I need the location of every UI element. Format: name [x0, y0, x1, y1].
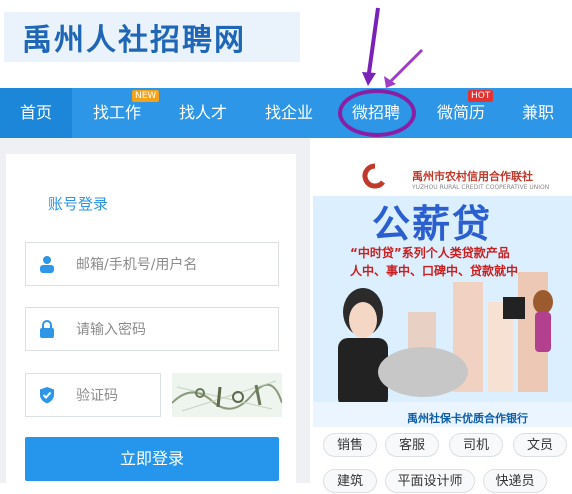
nav-item-home[interactable]: 首页 — [0, 88, 72, 138]
job-tag[interactable]: 客服 — [385, 433, 439, 457]
job-tag[interactable]: 建筑 — [323, 469, 377, 493]
ad-footer: 禹州社保卡优质合作银行 — [407, 412, 528, 425]
user-icon — [40, 256, 54, 273]
username-placeholder: 邮箱/手机号/用户名 — [76, 257, 198, 273]
highlight-circle — [338, 89, 416, 137]
captcha-graphic — [172, 380, 282, 412]
nav-item-find-talent[interactable]: 找人才 — [168, 88, 238, 138]
ad-title: 公薪贷 — [372, 202, 493, 246]
lock-icon — [40, 320, 54, 338]
job-tag[interactable]: 平面设计师 — [385, 469, 475, 493]
job-tags: 销售 客服 司机 文员 建筑 平面设计师 快递员 — [313, 427, 572, 493]
ad-subtitle-2: 人中、事中、口碑中、贷款就中 — [350, 264, 519, 278]
ad-bank-name: 禹州市农村信用合作联社 — [412, 170, 533, 183]
new-badge: NEW — [132, 90, 160, 102]
captcha-image[interactable] — [172, 373, 282, 417]
ad-bank-name-en: YUZHOU RURAL CREDIT COOPERATIVE UNION — [412, 184, 550, 191]
job-tag[interactable]: 文员 — [513, 433, 567, 457]
job-tag[interactable]: 销售 — [323, 433, 377, 457]
username-field[interactable]: 邮箱/手机号/用户名 — [25, 242, 279, 286]
password-field[interactable]: 请输入密码 — [25, 307, 279, 351]
password-placeholder: 请输入密码 — [76, 322, 146, 338]
ad-subtitle-1: “中时贷”系列个人类贷款产品 — [350, 246, 510, 260]
captcha-placeholder: 验证码 — [76, 388, 118, 404]
job-tag[interactable]: 快递员 — [483, 469, 547, 493]
nav-item-find-company[interactable]: 找企业 — [254, 88, 324, 138]
login-button[interactable]: 立即登录 — [25, 437, 279, 481]
hot-badge: HOT — [468, 90, 494, 102]
nav-item-part-time[interactable]: 兼职 — [510, 88, 566, 138]
login-title[interactable]: 账号登录 — [48, 193, 108, 214]
job-tag[interactable]: 司机 — [449, 433, 503, 457]
main-nav: 首页 找工作 找人才 找企业 微招聘 微简历 兼职 NEW HOT — [0, 88, 572, 138]
shield-check-icon — [40, 387, 54, 404]
annotation-arrows — [362, 7, 424, 88]
captcha-field[interactable]: 验证码 — [25, 373, 161, 417]
